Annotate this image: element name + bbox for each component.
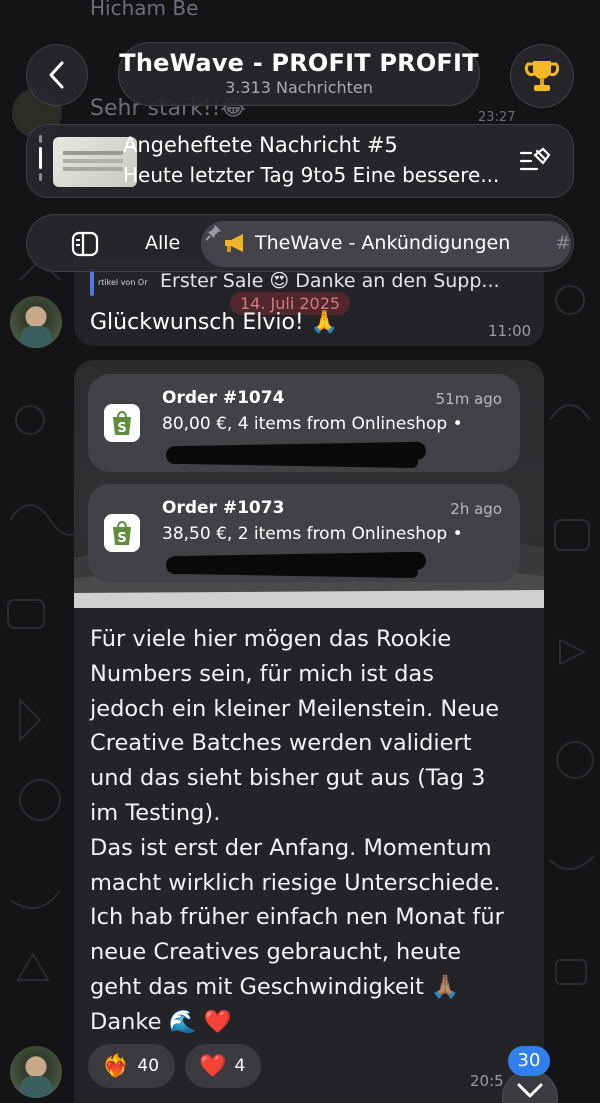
message-time: 20:5 — [470, 1072, 504, 1090]
shopify-bag-icon: S — [104, 514, 140, 552]
svg-text:S: S — [117, 531, 126, 546]
reply-quote-text[interactable]: Erster Sale 😍 Danke an den Supp... — [160, 270, 500, 292]
red-heart-icon: ❤️ — [199, 1053, 227, 1079]
order-title: Order #1073 — [162, 498, 285, 518]
order-notification: S Order #1073 2h ago 38,50 €, 2 items fr… — [88, 484, 520, 582]
pinned-message-bar[interactable]: Angeheftete Nachricht #5 Heute letzter T… — [26, 124, 574, 198]
reply-quote-bar — [90, 268, 94, 296]
order-title: Order #1074 — [162, 388, 285, 408]
reaction-count: 4 — [234, 1056, 246, 1076]
shopify-bag-icon: S — [104, 404, 140, 442]
chevron-left-icon — [49, 61, 64, 89]
pinned-title: Angeheftete Nachricht #5 — [123, 133, 398, 157]
pinned-position-indicator — [39, 135, 42, 189]
ghost-sender-name: Hicham Be — [90, 0, 199, 20]
chat-title: TheWave - PROFIT PROFIT — [119, 49, 479, 77]
megaphone-icon — [225, 234, 243, 252]
heart-on-fire-icon: ❤️‍🔥 — [102, 1053, 130, 1079]
reaction-heart-fire[interactable]: ❤️‍🔥 40 — [88, 1044, 176, 1088]
tab-announcements-label: TheWave - Ankündigungen — [255, 232, 511, 254]
message-text: Glückwunsch Elvio! 🙏 — [90, 310, 339, 335]
reply-quote-thumbnail-text: rtikel von Or — [98, 278, 148, 287]
chat-title-pill[interactable]: TheWave - PROFIT PROFIT 3.313 Nachrichte… — [118, 42, 480, 106]
order-summary: 80,00 €, 4 items from Onlineshop • — [162, 414, 463, 434]
tab-more-hash[interactable]: # — [555, 232, 571, 254]
message-time: 11:00 — [488, 322, 532, 340]
avatar[interactable] — [10, 1046, 62, 1098]
pin-icon — [205, 225, 221, 241]
image-message-bubble[interactable]: S Order #1074 51m ago 80,00 €, 4 items f… — [74, 360, 544, 1103]
ghost-message-time: 23:27 — [478, 110, 516, 125]
reaction-heart[interactable]: ❤️ 4 — [185, 1044, 262, 1088]
message-body-text: Für viele hier mögen das Rookie Numbers … — [90, 626, 504, 1035]
trophy-avatar-button[interactable] — [510, 44, 574, 108]
pinned-preview-text: Heute letzter Tag 9to5 Eine bessere... — [123, 163, 500, 187]
order-summary: 38,50 €, 2 items from Onlineshop • — [162, 524, 463, 544]
tab-announcements[interactable]: TheWave - Ankündigungen — [201, 221, 571, 267]
unread-count-badge[interactable]: 30 — [508, 1046, 550, 1076]
tab-all[interactable]: Alle — [145, 232, 180, 254]
sidebar-toggle-icon[interactable] — [71, 231, 99, 257]
chevron-down-icon — [517, 1083, 543, 1098]
trophy-icon — [524, 61, 560, 91]
avatar[interactable] — [10, 296, 62, 348]
back-button[interactable] — [26, 44, 88, 106]
order-time: 2h ago — [450, 500, 502, 518]
reactions-row: ❤️‍🔥 40 ❤️ 4 — [88, 1044, 262, 1088]
shop-orders-screenshot[interactable]: S Order #1074 51m ago 80,00 €, 4 items f… — [74, 360, 544, 608]
svg-text:S: S — [117, 421, 126, 436]
topic-tabs-bar: Alle TheWave - Ankündigungen # — [26, 214, 574, 272]
order-notification: S Order #1074 51m ago 80,00 €, 4 items f… — [88, 374, 520, 472]
message-count: 3.313 Nachrichten — [225, 78, 373, 97]
reaction-count: 40 — [137, 1056, 160, 1076]
order-time: 51m ago — [435, 390, 502, 408]
pinned-list-icon[interactable] — [519, 147, 551, 175]
